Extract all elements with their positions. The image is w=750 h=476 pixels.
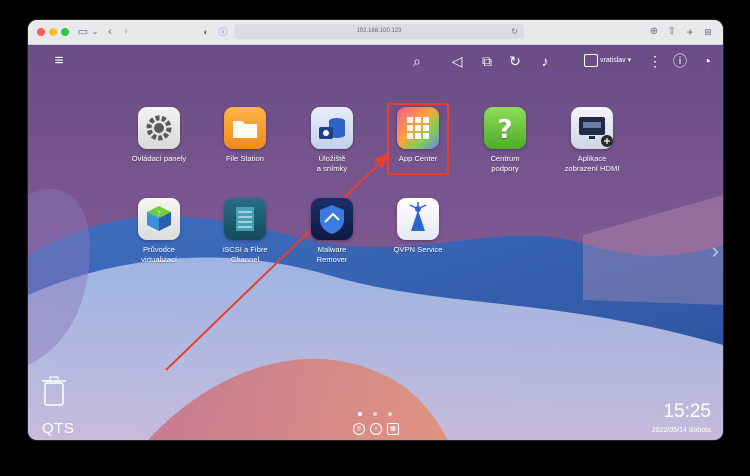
chevron-down-icon[interactable]: ⌄	[91, 24, 99, 40]
clock-date: 2022/05/14 Sobota	[651, 427, 711, 434]
app-label: Úložiště a snímky	[316, 154, 348, 173]
chevron-right-icon[interactable]: ›	[712, 238, 719, 264]
sidebar-toggle-icon[interactable]: ▭	[76, 24, 90, 40]
question-mark-icon: ?	[484, 107, 526, 149]
app-label: Malware Remover	[316, 245, 348, 264]
qts-brand: QTS	[42, 420, 75, 437]
server-rack-icon	[224, 198, 266, 240]
share-icon[interactable]: ⇧	[666, 24, 678, 40]
address-bar[interactable]: 192.168.100.123 ↻	[234, 24, 524, 39]
app-label: iSCSI a Fibre Channel	[222, 245, 268, 264]
reload-icon[interactable]: ↻	[511, 24, 518, 39]
app-label: Průvodce virtualizací	[141, 245, 177, 264]
search-icon[interactable]: ⌕	[408, 52, 426, 70]
database-icon	[311, 107, 353, 149]
vpn-antenna-icon	[397, 198, 439, 240]
app-label: File Station	[226, 154, 264, 163]
qts-desktop: ≡ ⌕ ◁ ⧉ ↻ ♪ vratislav ▾ ⋮ ⓘ ◔ Ovládací p…	[28, 45, 723, 440]
trash-icon[interactable]	[40, 375, 68, 407]
username-menu[interactable]: vratislav ▾	[600, 56, 631, 64]
url-text: 192.168.100.123	[356, 28, 402, 34]
sync-icon[interactable]: ↻	[506, 52, 524, 70]
app-label: QVPN Service	[393, 245, 443, 254]
app-label: Aplikace zobrazení HDMI	[564, 154, 620, 173]
download-icon[interactable]: ⊕	[648, 24, 660, 40]
svg-text:?: ?	[157, 210, 161, 218]
notification-bell-icon[interactable]: ♪	[536, 52, 554, 70]
search-apps-icon[interactable]: ⌕	[370, 423, 382, 435]
app-malware-remover[interactable]: Malware Remover	[292, 198, 372, 265]
hdmi-monitor-icon	[571, 107, 613, 149]
shield-icon[interactable]: ◐	[200, 24, 212, 40]
browser-toolbar: ▭ ⌄ ‹ › ◐ ⓘ 192.168.100.123 ↻ ⊕ ⇧ + ⊞	[28, 20, 723, 45]
app-label: Ovládací panely	[131, 154, 187, 163]
tasks-icon[interactable]: ⧉	[478, 52, 496, 70]
clock-time: 15:25	[663, 401, 711, 422]
forward-icon[interactable]: ›	[120, 24, 132, 40]
app-hdmi-display[interactable]: Aplikace zobrazení HDMI	[552, 107, 632, 174]
widget-icon[interactable]: ▦	[387, 423, 399, 435]
cube-icon: ?	[138, 198, 180, 240]
app-helpdesk[interactable]: ? Centrum podpory	[465, 107, 545, 174]
recent-apps-icon[interactable]: ◎	[353, 423, 365, 435]
tab-overview-icon[interactable]: ⊞	[702, 24, 714, 40]
page-indicator[interactable]	[388, 412, 392, 416]
svg-text:?: ?	[497, 115, 512, 145]
page-indicator[interactable]	[373, 412, 377, 416]
app-control-panel[interactable]: Ovládací panely	[119, 107, 199, 164]
more-options-icon[interactable]: ⋮	[646, 52, 664, 70]
app-virtualization-guide[interactable]: ? Průvodce virtualizací	[119, 198, 199, 265]
app-iscsi-fibre-channel[interactable]: iSCSI a Fibre Channel	[205, 198, 285, 265]
browser-window: ▭ ⌄ ‹ › ◐ ⓘ 192.168.100.123 ↻ ⊕ ⇧ + ⊞ ≡ …	[28, 20, 723, 440]
app-label: Centrum podpory	[490, 154, 520, 173]
folder-icon	[224, 107, 266, 149]
annotation-highlight-box	[387, 103, 449, 175]
page-indicator-active[interactable]	[358, 412, 362, 416]
info-icon[interactable]: ⓘ	[217, 24, 229, 40]
minimize-window-button[interactable]	[49, 28, 57, 36]
qts-topbar: ≡ ⌕ ◁ ⧉ ↻ ♪ vratislav ▾ ⋮ ⓘ ◔	[28, 45, 723, 75]
close-window-button[interactable]	[37, 28, 45, 36]
zoom-window-button[interactable]	[61, 28, 69, 36]
back-icon[interactable]: ‹	[104, 24, 116, 40]
new-tab-icon[interactable]: +	[684, 24, 696, 40]
app-qvpn-service[interactable]: QVPN Service	[378, 198, 458, 255]
info-icon[interactable]: ⓘ	[671, 52, 689, 70]
app-storage-snapshots[interactable]: Úložiště a snímky	[292, 107, 372, 174]
user-icon[interactable]	[584, 54, 598, 67]
announcement-icon[interactable]: ◁	[448, 52, 466, 70]
app-file-station[interactable]: File Station	[205, 107, 285, 164]
shield-icon	[311, 198, 353, 240]
main-menu-icon[interactable]: ≡	[50, 52, 68, 70]
dashboard-icon[interactable]: ◔	[698, 52, 716, 70]
gear-icon	[138, 107, 180, 149]
